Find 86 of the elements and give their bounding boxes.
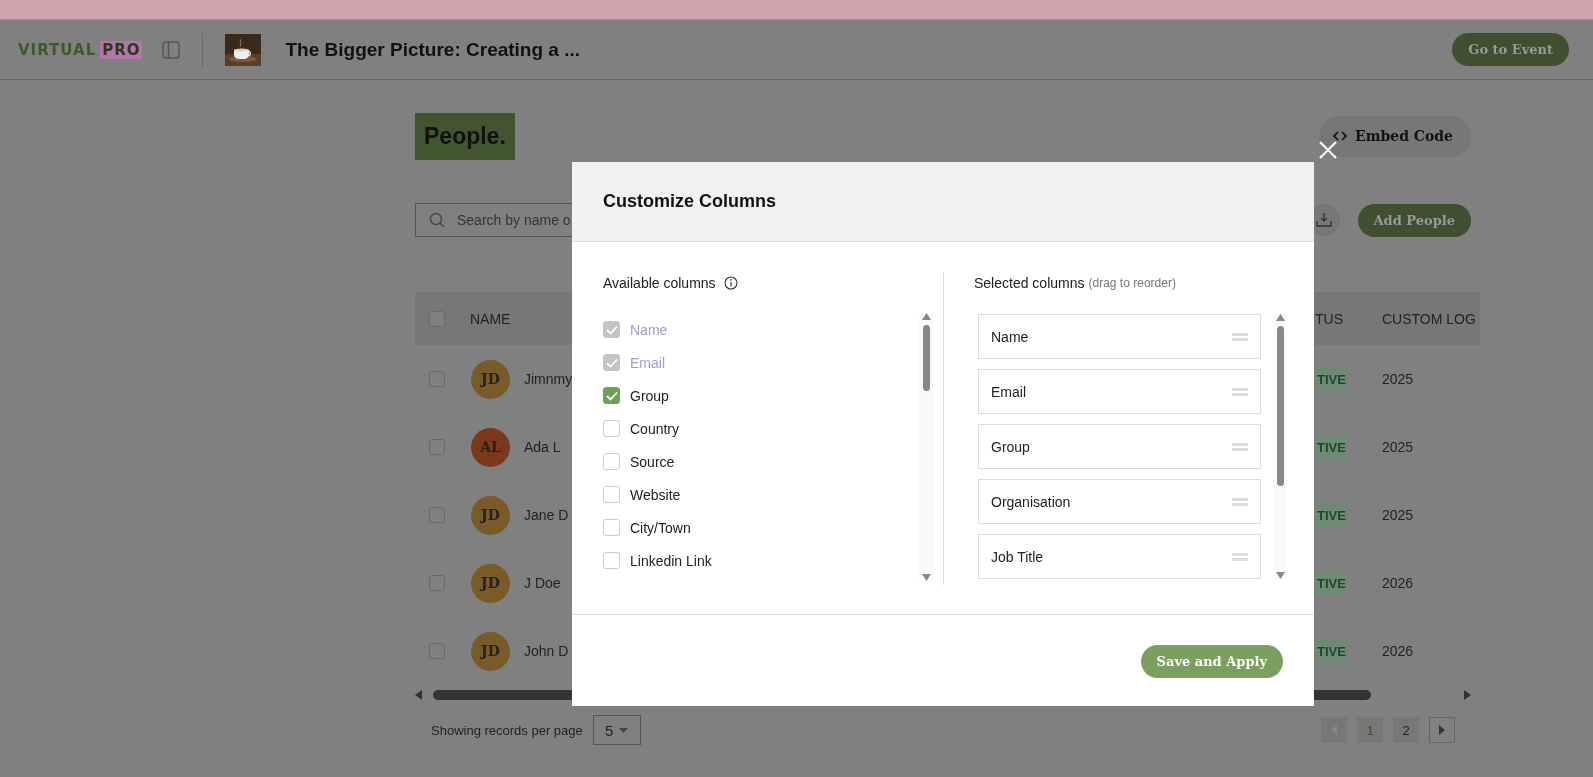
scroll-down-icon[interactable]	[1275, 572, 1285, 579]
column-header: CUSTOM LOG	[1381, 310, 1477, 327]
status-badge: TIVE	[1315, 434, 1348, 460]
per-page-select[interactable]: 5	[592, 715, 641, 745]
drag-handle-icon[interactable]	[1232, 386, 1248, 397]
column-option-label: Group	[630, 387, 669, 404]
logo-badge: PRO	[100, 40, 143, 59]
close-icon[interactable]	[1317, 139, 1339, 161]
scrollbar-thumb[interactable]	[922, 325, 930, 391]
scroll-up-icon[interactable]	[1275, 314, 1285, 321]
column-checkbox[interactable]	[603, 420, 620, 437]
caret-icon	[619, 727, 629, 733]
column-name: Job Title	[991, 548, 1045, 565]
vertical-scrollbar[interactable]	[1273, 314, 1287, 579]
column-checkbox[interactable]	[603, 519, 620, 536]
column-header: TUS	[1315, 310, 1344, 327]
avatar: JD	[471, 563, 510, 603]
column-name: Email	[991, 383, 1027, 400]
vertical-scrollbar[interactable]	[919, 313, 933, 581]
page-button[interactable]: 2	[1393, 717, 1419, 743]
info-icon[interactable]	[723, 276, 738, 290]
column-checkbox[interactable]	[603, 552, 620, 569]
selected-column-card[interactable]: Organisation	[978, 479, 1261, 524]
drag-handle-icon[interactable]	[1232, 496, 1248, 507]
person-name: Jimnmy	[524, 371, 573, 387]
scroll-up-icon[interactable]	[921, 313, 931, 320]
column-option-label: Country	[630, 420, 680, 437]
event-title: The Bigger Picture: Creating a ...	[285, 38, 581, 61]
column-option-label: Website	[630, 486, 681, 503]
download-icon	[1315, 212, 1332, 228]
column-name: Name	[991, 328, 1030, 345]
column-option-label: Linkedin Link	[630, 552, 712, 569]
column-option-label: City/Town	[630, 519, 691, 536]
search-icon	[429, 212, 445, 228]
person-name: John D	[524, 643, 569, 659]
section-heading: Available columns	[603, 275, 716, 291]
save-and-apply-button[interactable]: Save and Apply	[1140, 645, 1283, 678]
dialog-title: Customize Columns	[603, 191, 776, 212]
person-name: J Doe	[524, 575, 561, 591]
table-cell-text: 2025	[1381, 371, 1415, 387]
drag-handle-icon[interactable]	[1232, 551, 1248, 562]
column-option-label: Name	[630, 321, 668, 338]
status-badge: TIVE	[1315, 366, 1348, 392]
sidebar-toggle-icon[interactable]	[162, 40, 181, 59]
table-cell-text: 2025	[1381, 507, 1415, 523]
code-icon	[1332, 130, 1347, 142]
next-page-button[interactable]	[1429, 717, 1455, 743]
column-name: Group	[991, 438, 1031, 455]
add-people-button[interactable]: Add People	[1357, 203, 1471, 237]
column-header: NAME	[469, 310, 512, 327]
person-name: Ada L	[524, 439, 561, 455]
drag-handle-icon[interactable]	[1232, 441, 1248, 452]
next-icon	[1439, 725, 1445, 735]
embed-code-button[interactable]: Embed Code	[1318, 115, 1471, 157]
go-to-event-button[interactable]: Go to Event	[1452, 33, 1569, 66]
column-name: Organisation	[991, 493, 1072, 510]
status-badge: TIVE	[1315, 570, 1348, 596]
avatar: JD	[471, 495, 510, 535]
selected-column-card[interactable]: Job Title	[978, 534, 1261, 579]
avatar: AL	[471, 427, 510, 467]
status-badge: TIVE	[1315, 502, 1348, 528]
column-option-label: Email	[630, 354, 665, 371]
column-checkbox[interactable]	[603, 453, 620, 470]
column-checkbox[interactable]	[603, 486, 620, 503]
page-title: People.	[415, 112, 515, 160]
table-cell-text: 2025	[1381, 439, 1415, 455]
scroll-left-icon[interactable]	[415, 690, 423, 700]
table-cell-text: 2026	[1381, 643, 1415, 659]
selected-column-card[interactable]: Group	[978, 424, 1261, 469]
column-option-label: Source	[630, 453, 675, 470]
scroll-right-icon[interactable]	[1463, 690, 1471, 700]
table-cell-text: 2026	[1381, 575, 1415, 591]
column-checkbox[interactable]	[603, 387, 620, 404]
avatar: JD	[471, 631, 510, 671]
scrollbar-thumb[interactable]	[1276, 326, 1284, 486]
status-badge: TIVE	[1315, 638, 1348, 664]
scroll-down-icon[interactable]	[921, 574, 931, 581]
drag-handle-icon[interactable]	[1232, 331, 1248, 342]
avatar: JD	[471, 359, 510, 399]
selected-column-card[interactable]: Name	[978, 314, 1261, 359]
section-hint: (drag to reorder)	[1088, 276, 1176, 290]
logo-text: VIRTUAL	[18, 40, 97, 59]
section-heading: Selected columns	[974, 275, 1085, 291]
person-name: Jane D	[524, 507, 569, 523]
selected-column-card[interactable]: Email	[978, 369, 1261, 414]
records-per-page-label: Showing records per page	[430, 722, 583, 738]
